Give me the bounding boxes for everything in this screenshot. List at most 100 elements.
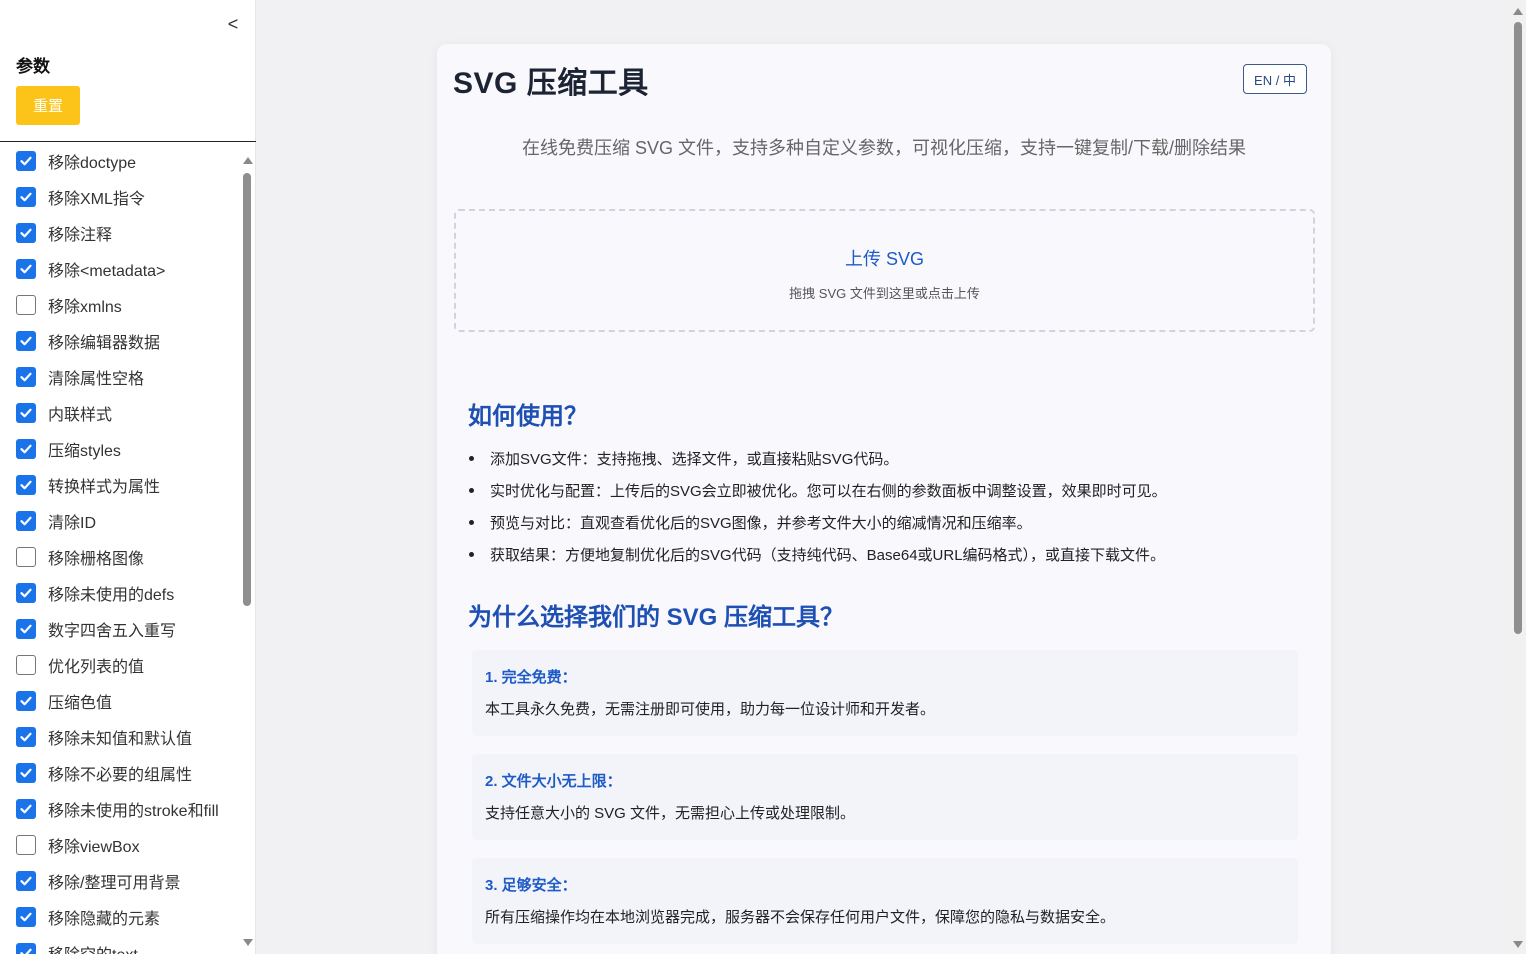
checkbox-checked-icon[interactable] (16, 907, 36, 927)
list-item-text: 预览与对比：直观查看优化后的SVG图像，并参考文件大小的缩减情况和压缩率。 (490, 514, 1032, 532)
list-item: 获取结果：方便地复制优化后的SVG代码（支持纯代码、Base64或URL编码格式… (469, 538, 1165, 570)
list-item-text: 获取结果：方便地复制优化后的SVG代码（支持纯代码、Base64或URL编码格式… (490, 546, 1166, 564)
feature-card: 2. 文件大小无上限： 支持任意大小的 SVG 文件，无需担心上传或处理限制。 (472, 754, 1298, 840)
feature-description: 本工具永久免费，无需注册即可使用，助力每一位设计师和开发者。 (485, 701, 936, 718)
option-item[interactable]: 数字四舍五入重写 (16, 611, 176, 647)
checkbox-checked-icon[interactable] (16, 331, 36, 351)
option-item[interactable]: 优化列表的值 (16, 647, 144, 683)
option-label: 移除未知值和默认值 (48, 731, 193, 748)
upload-dropzone[interactable]: 上传 SVG 拖拽 SVG 文件到这里或点击上传 (454, 209, 1315, 332)
checkbox-checked-icon[interactable] (16, 799, 36, 819)
upload-title[interactable]: 上传 SVG (456, 245, 1313, 271)
scroll-up-icon[interactable] (243, 157, 253, 164)
option-item[interactable]: 清除ID (16, 503, 96, 539)
list-item: 预览与对比：直观查看优化后的SVG图像，并参考文件大小的缩减情况和压缩率。 (469, 506, 1032, 538)
option-item[interactable]: 移除编辑器数据 (16, 323, 160, 359)
list-item: 添加SVG文件：支持拖拽、选择文件，或直接粘贴SVG代码。 (469, 442, 898, 474)
scroll-down-icon[interactable] (243, 939, 253, 946)
option-item[interactable]: 移除/整理可用背景 (16, 863, 180, 899)
checkbox-checked-icon[interactable] (16, 475, 36, 495)
checkbox-checked-icon[interactable] (16, 511, 36, 531)
option-item[interactable]: 压缩styles (16, 431, 121, 467)
option-label: 移除/整理可用背景 (48, 875, 181, 892)
option-list: 移除doctype 移除XML指令移除注释 移除<metadata> 移除xmlns 移… (0, 143, 240, 954)
scroll-down-icon[interactable] (1513, 941, 1523, 948)
option-label: 数字四舍五入重写 (48, 623, 177, 640)
feature-card: 1. 完全免费： 本工具永久免费，无需注册即可使用，助力每一位设计师和开发者。 (472, 650, 1298, 736)
main-card: SVG 压缩工具 EN / 中 在线免费压缩 SVG 文件，支持多种自定义参数，… (437, 44, 1331, 954)
option-item[interactable]: 转换样式为属性 (16, 467, 160, 503)
language-toggle-button[interactable]: EN / 中 (1243, 64, 1307, 94)
checkbox-unchecked-icon[interactable] (16, 655, 36, 675)
reset-button[interactable]: 重置 (16, 86, 80, 125)
checkbox-unchecked-icon[interactable] (16, 547, 36, 567)
option-label: 移除未使用的defs (48, 587, 175, 604)
option-item[interactable]: 移除注释 (16, 215, 112, 251)
feature-title: 2. 文件大小无上限： (485, 773, 622, 790)
checkbox-checked-icon[interactable] (16, 151, 36, 171)
option-item[interactable]: 移除未使用的defs (16, 575, 174, 611)
option-label: 压缩色值 (48, 695, 113, 712)
checkbox-checked-icon[interactable] (16, 691, 36, 711)
option-item[interactable]: 内联样式 (16, 395, 112, 431)
sidebar-scrollbar[interactable] (240, 143, 255, 954)
upload-hint: 拖拽 SVG 文件到这里或点击上传 (789, 286, 980, 301)
option-label: 移除编辑器数据 (48, 335, 161, 352)
option-item[interactable]: 移除doctype (16, 143, 136, 179)
option-label: 移除XML指令 (48, 191, 145, 208)
checkbox-checked-icon[interactable] (16, 259, 36, 279)
params-title: 参数 (16, 57, 50, 76)
why-heading: 为什么选择我们的 SVG 压缩工具？ (468, 604, 845, 631)
bullet-icon (469, 519, 474, 525)
checkbox-checked-icon[interactable] (16, 871, 36, 891)
option-item[interactable]: 移除未知值和默认值 (16, 719, 192, 755)
checkbox-checked-icon[interactable] (16, 727, 36, 747)
option-label: 移除栅格图像 (48, 551, 145, 568)
option-label: 移除doctype (48, 155, 137, 172)
option-item[interactable]: 移除栅格图像 (16, 539, 144, 575)
checkbox-checked-icon[interactable] (16, 403, 36, 423)
option-item[interactable]: 移除XML指令 (16, 179, 145, 215)
checkbox-unchecked-icon[interactable] (16, 835, 36, 855)
checkbox-unchecked-icon[interactable] (16, 295, 36, 315)
bullet-icon (469, 551, 474, 557)
feature-title: 3. 足够安全： (485, 877, 577, 894)
option-item[interactable]: 移除xmlns (16, 287, 122, 323)
checkbox-checked-icon[interactable] (16, 763, 36, 783)
option-item[interactable]: 清除属性空格 (16, 359, 144, 395)
sidebar-scrollbar-thumb[interactable] (243, 173, 251, 606)
option-item[interactable]: 移除隐藏的元素 (16, 899, 160, 935)
option-label: 移除空的text (48, 941, 138, 954)
checkbox-checked-icon[interactable] (16, 187, 36, 207)
sidebar-header: 参数 重置 (0, 46, 256, 142)
option-label: 移除viewBox (48, 839, 140, 856)
option-label: 清除属性空格 (48, 371, 145, 388)
bullet-icon (469, 455, 474, 461)
checkbox-checked-icon[interactable] (16, 367, 36, 387)
option-label: 清除ID (48, 515, 97, 532)
option-item[interactable]: 移除不必要的组属性 (16, 755, 192, 791)
checkbox-checked-icon[interactable] (16, 943, 36, 954)
page-scrollbar-thumb[interactable] (1514, 22, 1522, 634)
option-item[interactable]: 移除空的text (16, 935, 138, 954)
feature-description: 支持任意大小的 SVG 文件，无需担心上传或处理限制。 (485, 805, 856, 822)
checkbox-checked-icon[interactable] (16, 583, 36, 603)
page-title: SVG 压缩工具 (453, 67, 649, 100)
checkbox-checked-icon[interactable] (16, 223, 36, 243)
option-label: 移除xmlns (48, 299, 122, 316)
scroll-up-icon[interactable] (1513, 8, 1523, 15)
option-item[interactable]: 压缩色值 (16, 683, 112, 719)
feature-description: 所有压缩操作均在本地浏览器完成，服务器不会保存任何用户文件，保障您的隐私与数据安… (485, 909, 1116, 926)
checkbox-checked-icon[interactable] (16, 439, 36, 459)
option-item[interactable]: 移除viewBox (16, 827, 140, 863)
option-item[interactable]: 移除<metadata> (16, 251, 165, 287)
checkbox-checked-icon[interactable] (16, 619, 36, 639)
feature-card: 3. 足够安全： 所有压缩操作均在本地浏览器完成，服务器不会保存任何用户文件，保… (472, 858, 1298, 944)
page-scrollbar[interactable] (1510, 0, 1526, 954)
bullet-icon (469, 487, 474, 493)
sidebar: < 参数 重置 移除doctype 移除XML指令移除注释 移除<metadata>… (0, 0, 256, 954)
option-item[interactable]: 移除未使用的stroke和fill (16, 791, 219, 827)
collapse-sidebar-button[interactable]: < (222, 10, 244, 38)
option-label: 移除未使用的stroke和fill (48, 803, 219, 820)
list-item: 实时优化与配置：上传后的SVG会立即被优化。您可以在右侧的参数面板中调整设置，效… (469, 474, 1167, 506)
